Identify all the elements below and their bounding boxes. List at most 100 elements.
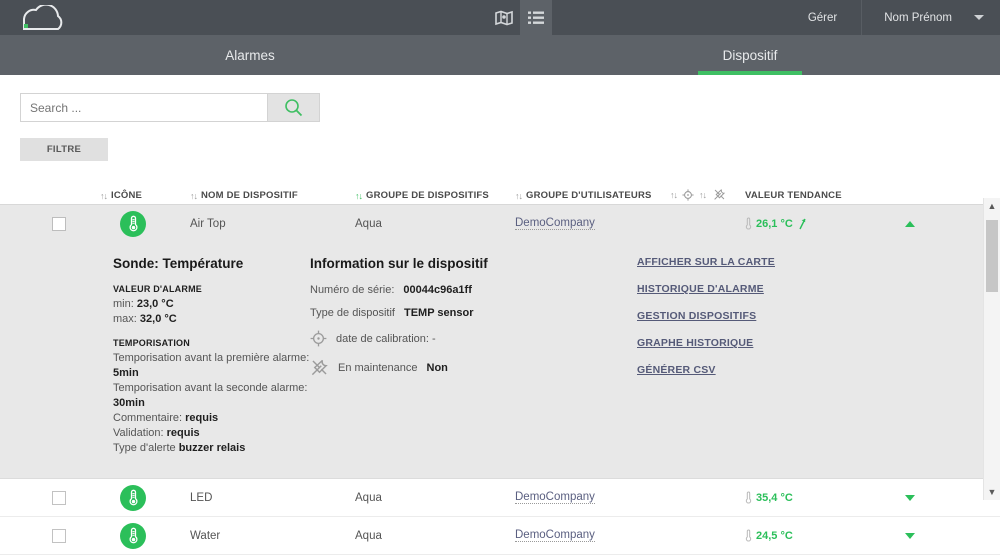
action-device-management[interactable]: GESTION DISPOSITIFS <box>637 310 880 322</box>
delay-first-value: 5min <box>113 367 139 379</box>
row-checkbox[interactable] <box>52 490 66 505</box>
calibration-label: date de calibration: - <box>336 332 436 345</box>
sort-icon[interactable]: ↑↓ <box>100 191 108 201</box>
calibration-row: date de calibration: - <box>310 330 620 347</box>
action-generate-csv[interactable]: GÉNÉRER CSV <box>637 364 880 376</box>
device-type-value: TEMP sensor <box>404 307 474 319</box>
row-device-name: Air Top <box>190 217 226 230</box>
map-view-button[interactable] <box>488 0 520 35</box>
sort-icon[interactable]: ↑↓ <box>515 191 523 201</box>
search-row <box>20 93 1000 122</box>
tab-alarmes[interactable]: Alarmes <box>0 35 500 75</box>
vertical-scrollbar[interactable]: ▲ ▼ <box>983 198 1000 500</box>
header-trend-value[interactable]: VALEUR TENDANCE <box>745 190 905 201</box>
tab-dispositif[interactable]: Dispositif <box>500 35 1000 75</box>
action-alarm-history[interactable]: HISTORIQUE D'ALARME <box>637 283 880 295</box>
thermometer-icon <box>120 484 146 511</box>
row-device-group: Aqua <box>355 529 382 542</box>
validation-value: requis <box>166 427 200 439</box>
row-trend-value: 24,5 °C <box>745 528 905 543</box>
alarm-max-row: max: 32,0 °C <box>113 312 310 327</box>
expand-row-button[interactable] <box>905 532 915 539</box>
view-switcher <box>488 0 552 35</box>
tab-bar: Alarmes Dispositif <box>0 35 1000 75</box>
row-trend-value: 26,1 °C <box>745 216 905 231</box>
alarm-value-heading: VALEUR D'ALARME <box>113 284 202 294</box>
actions-column: AFFICHER SUR LA CARTE HISTORIQUE D'ALARM… <box>620 256 880 456</box>
alarm-min-row: min: 23,0 °C <box>113 297 310 312</box>
thermometer-icon <box>120 522 146 549</box>
row-checkbox-cell <box>0 216 100 231</box>
delay-second-label: Temporisation avant la seconde alarme: <box>113 382 308 394</box>
thermometer-small-icon <box>745 528 752 542</box>
user-menu[interactable]: Nom Prénom <box>862 0 1000 35</box>
device-info-column: Information sur le dispositif Numéro de … <box>310 256 620 456</box>
maintenance-value: Non <box>426 361 448 374</box>
header-user-group[interactable]: ↑↓ GROUPE D'UTILISATEURS <box>515 190 670 201</box>
search-input[interactable] <box>20 93 268 122</box>
device-info-title: Information sur le dispositif <box>310 256 488 271</box>
sort-icon[interactable]: ↑↓ <box>190 191 198 201</box>
alarm-min-value: 23,0 °C <box>136 298 174 310</box>
header-calibration-maintenance[interactable]: ↑↓ ↑↓ <box>670 188 745 201</box>
sort-icon[interactable]: ↑↓ <box>699 190 707 200</box>
header-device-name[interactable]: ↑↓ NOM DE DISPOSITIF <box>190 190 355 201</box>
alert-type-value: buzzer relais <box>178 442 246 454</box>
maintenance-row: En maintenance Non <box>310 358 620 377</box>
alert-type-label: Type d'alerte <box>113 442 176 454</box>
scroll-up-button[interactable]: ▲ <box>984 198 1000 214</box>
row-detail-panel: Sonde: Température VALEUR D'ALARME min: … <box>0 242 1000 479</box>
collapse-row-button[interactable] <box>905 220 915 227</box>
row-user-group-link[interactable]: DemoCompany <box>515 217 595 230</box>
alert-type-row: Type d'alerte buzzer relais <box>113 441 310 456</box>
row-expand-cell <box>905 220 985 227</box>
list-view-button[interactable] <box>520 0 552 35</box>
row-checkbox[interactable] <box>52 216 66 231</box>
logo[interactable] <box>0 0 120 35</box>
user-name-label: Nom Prénom <box>884 11 952 24</box>
active-tab-indicator <box>698 71 802 75</box>
trend-value-text: 24,5 °C <box>756 529 793 542</box>
sort-icon[interactable]: ↑↓ <box>670 190 678 200</box>
action-history-graph[interactable]: GRAPHE HISTORIQUE <box>637 337 880 349</box>
scrollbar-thumb[interactable] <box>986 220 998 292</box>
comment-label: Commentaire: <box>113 412 183 424</box>
validation-label: Validation: <box>113 427 164 439</box>
alarm-min-label: min: <box>113 298 134 310</box>
trend-value-group: 35,4 °C <box>745 490 793 505</box>
row-user-group[interactable]: DemoCompany <box>515 529 670 542</box>
search-button[interactable] <box>268 93 320 122</box>
row-sensor-icon-cell <box>100 210 190 237</box>
delay-first-row: Temporisation avant la première alarme: … <box>113 351 310 381</box>
row-user-group-link[interactable]: DemoCompany <box>515 491 595 504</box>
trend-value-text: 35,4 °C <box>756 491 793 504</box>
header-icon[interactable]: ↑↓ ICÔNE <box>100 190 190 201</box>
row-user-group[interactable]: DemoCompany <box>515 491 670 504</box>
table-row[interactable]: Water Aqua DemoCompany 24,5 °C <box>0 517 1000 555</box>
manage-button[interactable]: Gérer <box>784 0 863 35</box>
header-device-group[interactable]: ↑↓ GROUPE DE DISPOSITIFS <box>355 190 515 201</box>
toolbar: FILTRE <box>0 75 1000 161</box>
chevron-down-icon <box>974 15 984 20</box>
scroll-down-button[interactable]: ▼ <box>984 484 1000 500</box>
row-sensor-icon-cell <box>100 522 190 549</box>
alarm-max-label: max: <box>113 313 137 325</box>
row-device-group: Aqua <box>355 217 382 230</box>
table-row[interactable]: Air Top Aqua DemoCompany 26,1 °C <box>0 205 1000 242</box>
row-checkbox[interactable] <box>52 528 66 543</box>
row-user-group[interactable]: DemoCompany <box>515 217 670 230</box>
filter-button[interactable]: FILTRE <box>20 138 108 161</box>
action-show-on-map[interactable]: AFFICHER SUR LA CARTE <box>637 256 880 268</box>
header-user-group-label: GROUPE D'UTILISATEURS <box>526 190 652 201</box>
row-trend-value: 35,4 °C <box>745 490 905 505</box>
row-expand-cell <box>905 532 985 539</box>
calibration-target-icon <box>682 188 694 201</box>
sort-icon-active[interactable]: ↑↓ <box>355 191 363 201</box>
table-row[interactable]: LED Aqua DemoCompany 35,4 °C <box>0 479 1000 517</box>
tab-dispositif-label: Dispositif <box>722 47 778 63</box>
maintenance-label: En maintenance <box>338 361 418 374</box>
row-user-group-link[interactable]: DemoCompany <box>515 529 595 542</box>
manage-label: Gérer <box>807 11 838 24</box>
maintenance-tools-icon <box>311 359 328 376</box>
trend-value-group: 26,1 °C <box>745 216 808 231</box>
